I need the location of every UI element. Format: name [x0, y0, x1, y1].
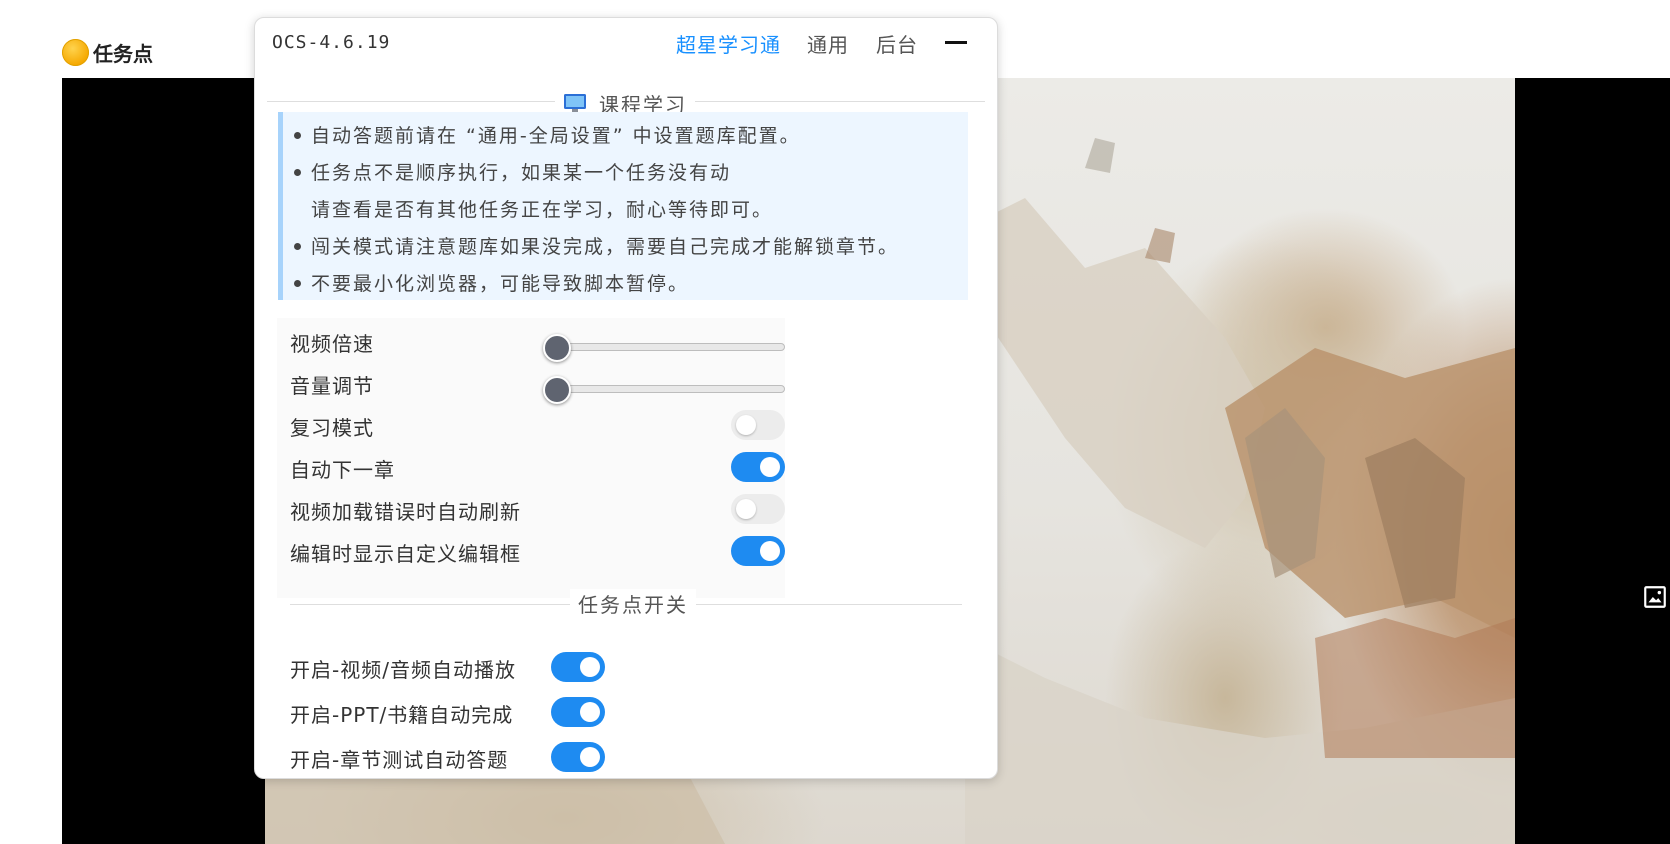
tab-chaoxing[interactable]: 超星学习通 — [676, 29, 781, 58]
notice-item: 不要最小化浏览器，可能导致脚本暂停。 — [294, 269, 689, 296]
ppt-autocomplete-toggle[interactable] — [551, 697, 605, 727]
video-autoplay-label: 开启-视频/音频自动播放 — [290, 658, 516, 682]
task-switch-title: 任务点开关 — [570, 589, 696, 618]
playback-speed-label: 视频倍速 — [290, 332, 374, 356]
notice-item: 任务点不是顺序执行，如果某一个任务没有动 — [294, 158, 731, 185]
quiz-autoanswer-toggle[interactable] — [551, 742, 605, 772]
auto-refresh-toggle[interactable] — [731, 494, 785, 524]
volume-slider-thumb[interactable] — [543, 376, 571, 404]
quiz-autoanswer-label: 开启-章节测试自动答题 — [290, 748, 509, 772]
image-mode-icon[interactable] — [1642, 584, 1668, 610]
volume-slider[interactable] — [543, 376, 785, 404]
custom-editor-toggle[interactable] — [731, 536, 785, 566]
playback-speed-slider-thumb[interactable] — [543, 334, 571, 362]
auto-refresh-label: 视频加载错误时自动刷新 — [290, 500, 521, 524]
notice-box: 自动答题前请在 “通用-全局设置” 中设置题库配置。 任务点不是顺序执行，如果某… — [278, 112, 968, 300]
task-point-label: 任务点 — [93, 42, 153, 66]
review-mode-label: 复习模式 — [290, 416, 374, 440]
notice-item-continued: 请查看是否有其他任务正在学习，耐心等待即可。 — [311, 199, 774, 221]
video-autoplay-toggle[interactable] — [551, 652, 605, 682]
version-label: OCS-4.6.19 — [272, 32, 391, 53]
ocs-panel[interactable]: OCS-4.6.19 超星学习通 通用 后台 课程学习 自动答题前请在 “通用-… — [254, 17, 998, 779]
notice-item: 自动答题前请在 “通用-全局设置” 中设置题库配置。 — [294, 121, 801, 148]
volume-label: 音量调节 — [290, 374, 374, 398]
notice-item: 闯关模式请注意题库如果没完成，需要自己完成才能解锁章节。 — [294, 232, 899, 259]
minimize-button[interactable] — [945, 41, 967, 44]
panel-header[interactable]: OCS-4.6.19 超星学习通 通用 后台 — [255, 18, 997, 66]
review-mode-toggle[interactable] — [731, 410, 785, 440]
playback-speed-slider[interactable] — [543, 334, 785, 362]
task-point-header: 任务点 — [62, 38, 153, 67]
auto-next-chapter-label: 自动下一章 — [290, 458, 395, 482]
task-status-dot-icon — [62, 39, 89, 66]
tab-general[interactable]: 通用 — [807, 29, 849, 58]
tab-backend[interactable]: 后台 — [876, 29, 918, 58]
custom-editor-label: 编辑时显示自定义编辑框 — [290, 542, 521, 566]
ppt-autocomplete-label: 开启-PPT/书籍自动完成 — [290, 703, 514, 727]
auto-next-chapter-toggle[interactable] — [731, 452, 785, 482]
